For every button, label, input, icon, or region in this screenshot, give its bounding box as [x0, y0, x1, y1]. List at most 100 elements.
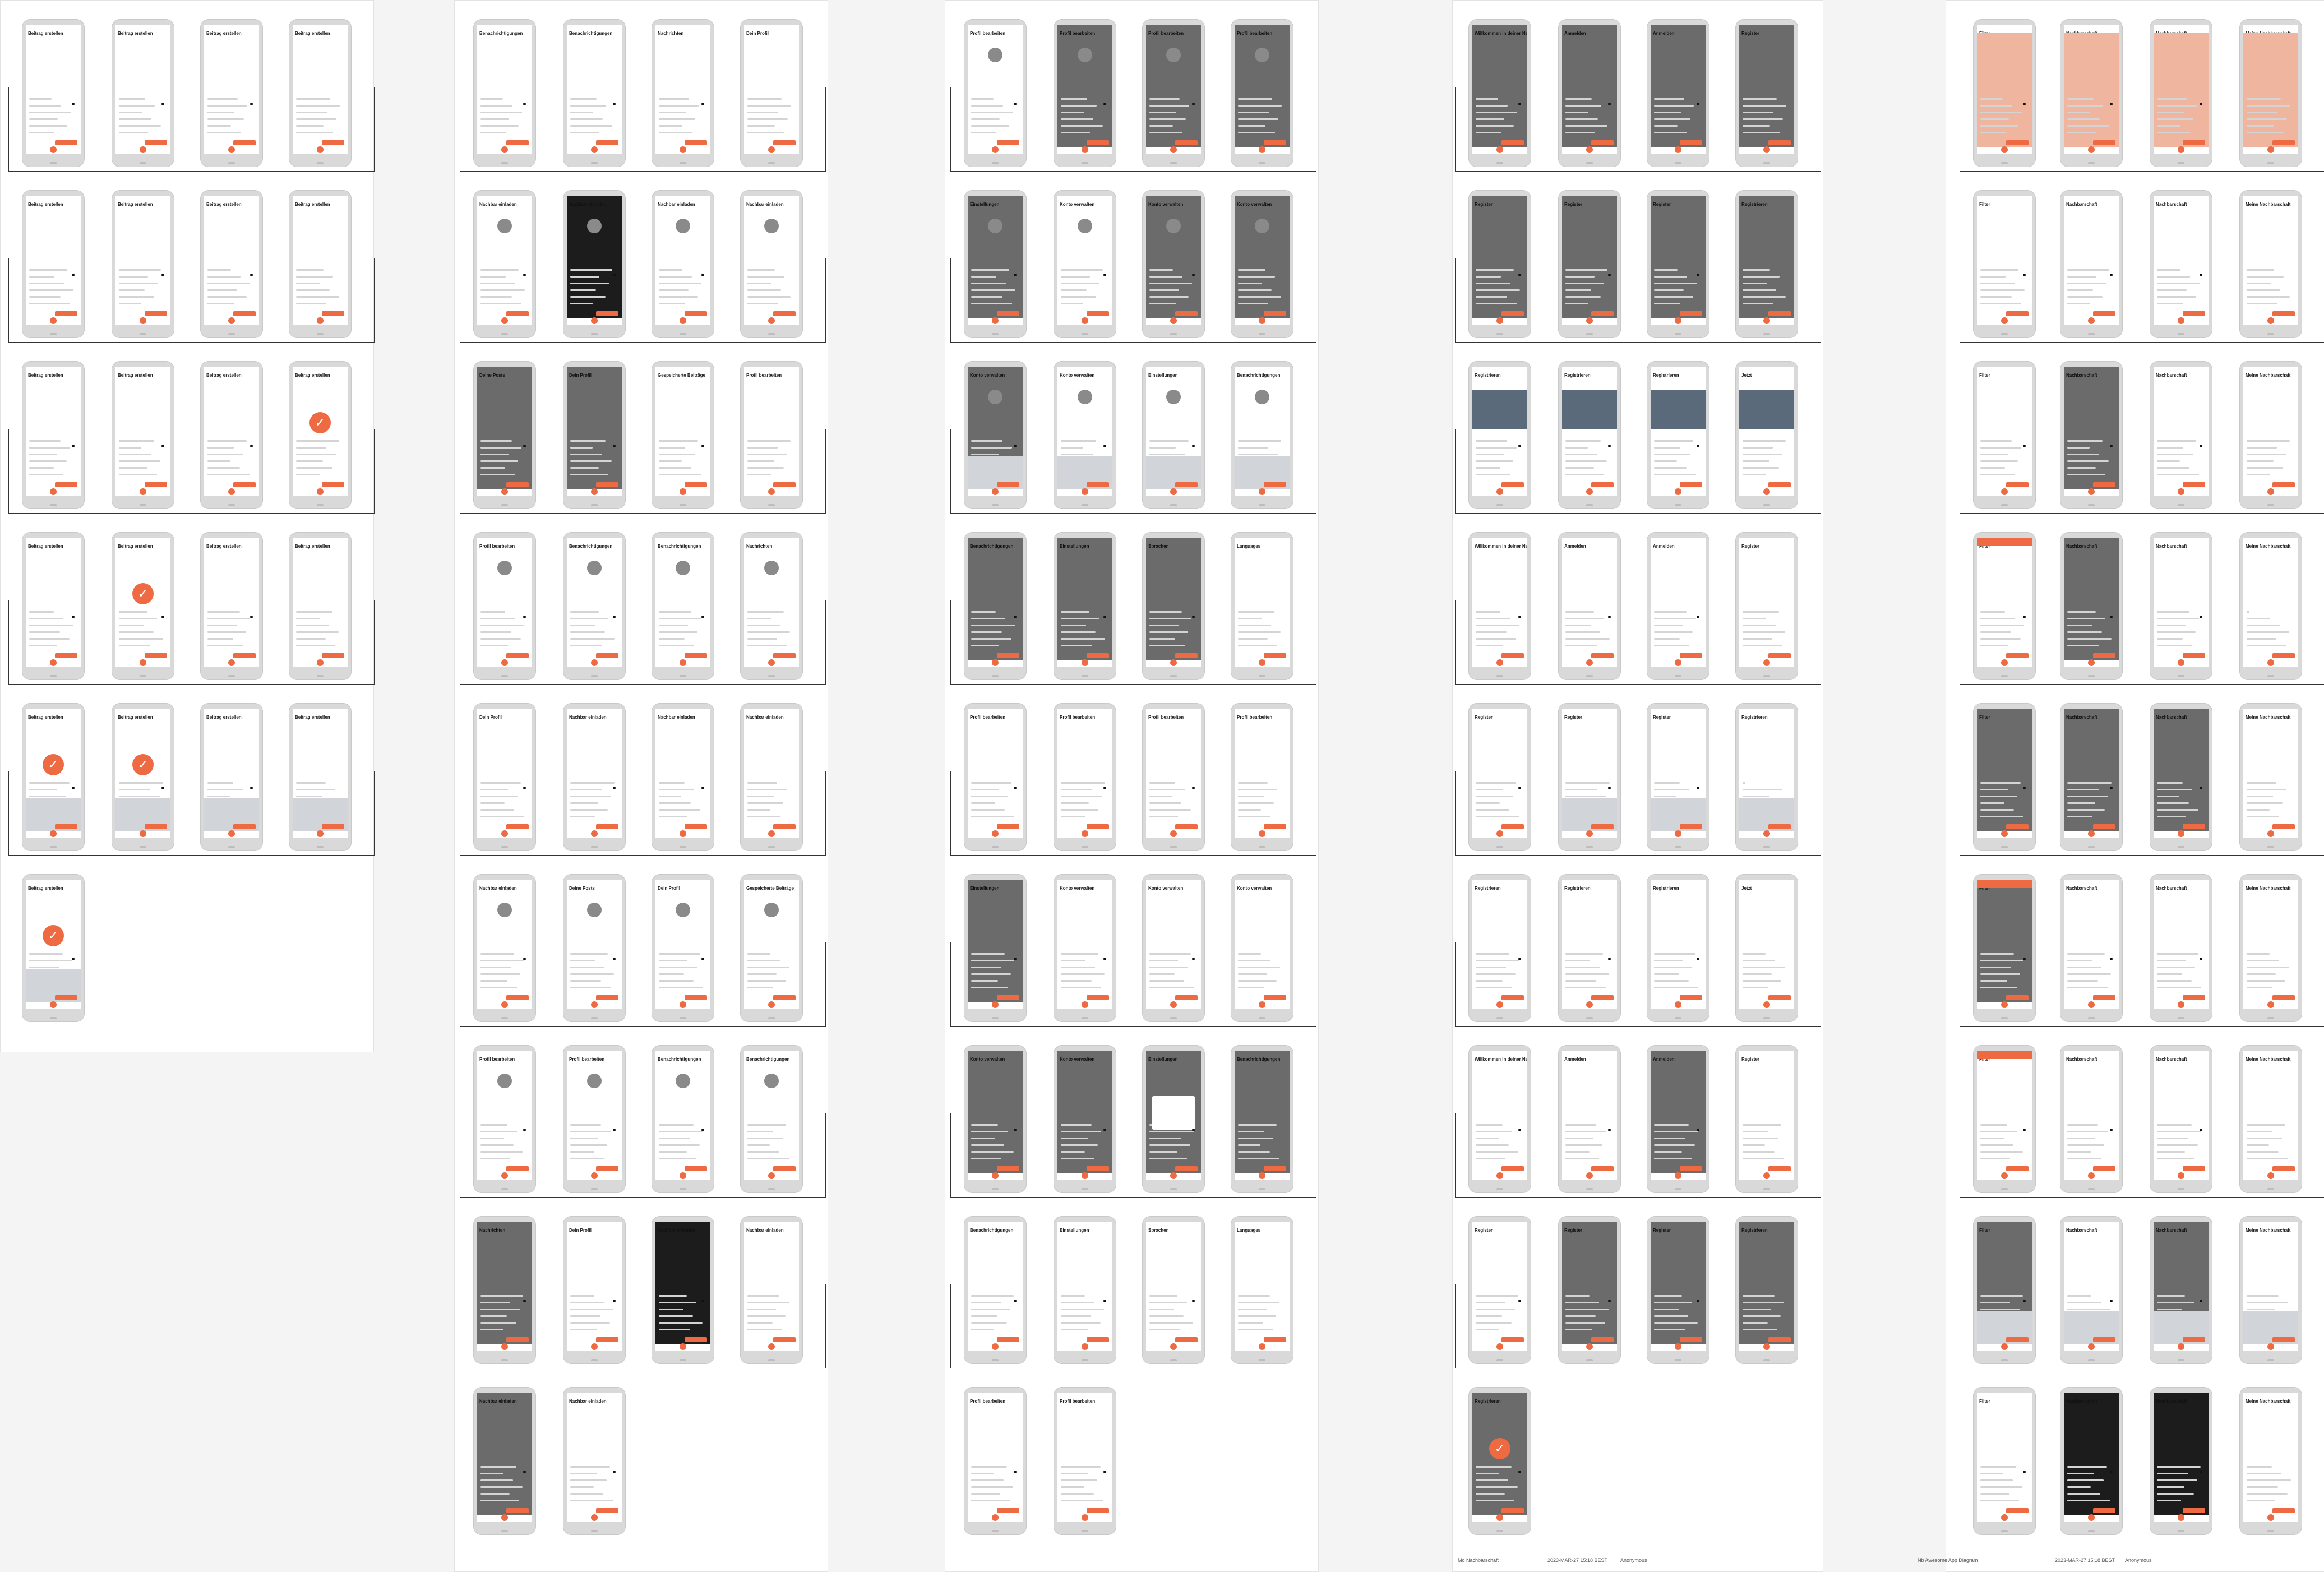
avatar[interactable] — [764, 219, 779, 233]
primary-button[interactable] — [506, 1508, 529, 1513]
success-check-icon: ✓ — [43, 925, 64, 946]
add-post-button[interactable] — [50, 1001, 57, 1008]
screen-title: Registrieren — [1741, 1228, 1768, 1233]
screen-title: Konto verwalten — [1148, 886, 1184, 891]
text-line — [1476, 1486, 1518, 1488]
text-line — [570, 1473, 597, 1474]
screen-title: Beitrag erstellen — [206, 202, 242, 207]
screen-title: Beitrag erstellen — [28, 202, 63, 207]
primary-button[interactable] — [1501, 1508, 1524, 1513]
avatar[interactable] — [988, 219, 1002, 233]
screen-title: Dein Profil — [569, 373, 592, 378]
screen-title: Anmelden — [1653, 31, 1675, 36]
home-indicator — [50, 1017, 57, 1019]
flow-connector — [1960, 429, 2324, 514]
bottom-navigation[interactable] — [477, 1514, 532, 1522]
bottom-navigation[interactable] — [1057, 1514, 1112, 1522]
screen-title: Profil bearbeiten — [1060, 31, 1096, 36]
avatar[interactable] — [497, 1074, 512, 1088]
screen-title: Profil bearbeiten — [970, 31, 1006, 36]
add-post-button[interactable] — [591, 1514, 598, 1521]
avatar[interactable] — [587, 903, 602, 917]
flow-hotspot — [1518, 1471, 1521, 1473]
text-line — [1061, 1473, 1088, 1474]
add-post-button[interactable] — [1082, 1514, 1088, 1521]
primary-button[interactable] — [1087, 1508, 1109, 1513]
screen-title: Languages — [1237, 1228, 1261, 1233]
flow-connector — [1455, 771, 1821, 856]
screen-title: Dein Profil — [479, 715, 502, 720]
avatar[interactable] — [1078, 219, 1092, 233]
bottom-navigation[interactable] — [26, 1001, 81, 1009]
flow-connector — [1455, 1113, 1821, 1198]
screen-title: Meine Nachbarschaft — [2246, 373, 2291, 378]
avatar[interactable] — [587, 561, 602, 575]
bottom-navigation[interactable] — [968, 1514, 1023, 1522]
avatar[interactable] — [1078, 48, 1092, 62]
avatar[interactable] — [676, 903, 690, 917]
screen-title: Nachbarschaft — [2066, 715, 2097, 720]
avatar[interactable] — [497, 903, 512, 917]
bottom-navigation[interactable] — [567, 1514, 622, 1522]
screen-title: Meine Nachbarschaft — [2246, 544, 2291, 549]
avatar[interactable] — [1255, 390, 1269, 404]
screen-title: Beitrag erstellen — [28, 373, 63, 378]
screen-title: Registrieren — [1741, 202, 1768, 207]
screen-title: Einstellungen — [1148, 1057, 1178, 1062]
flow-connector — [8, 429, 375, 514]
text-line — [971, 1479, 1004, 1481]
screen-title: Nachbarschaft — [2156, 1057, 2187, 1062]
screen-title: Nachrichten — [658, 31, 684, 36]
avatar[interactable] — [587, 1074, 602, 1088]
bottom-navigation[interactable] — [1472, 1514, 1527, 1522]
screen-title: Deine Posts — [479, 373, 505, 378]
primary-button[interactable] — [596, 1508, 618, 1513]
avatar[interactable] — [587, 219, 602, 233]
screen-title: Register — [1741, 1057, 1760, 1062]
avatar[interactable] — [764, 903, 779, 917]
screen-title: Konto verwalten — [970, 1057, 1005, 1062]
avatar[interactable] — [1078, 390, 1092, 404]
avatar[interactable] — [1255, 219, 1269, 233]
screen-title: Gespeicherte Beiträge — [658, 373, 705, 378]
flow-connector — [1455, 600, 1821, 685]
avatar[interactable] — [988, 48, 1002, 62]
add-post-button[interactable] — [1496, 1514, 1503, 1521]
avatar[interactable] — [676, 219, 690, 233]
flow-connector — [1455, 429, 1821, 514]
text-line — [570, 1486, 594, 1488]
footer-date-2: 2023-MAR-27 15:18 BEST — [2055, 1557, 2115, 1563]
screen-title: Profil bearbeiten — [569, 1057, 605, 1062]
add-post-button[interactable] — [501, 1514, 508, 1521]
home-indicator — [1496, 1530, 1503, 1532]
primary-button[interactable] — [997, 1508, 1019, 1513]
avatar[interactable] — [764, 561, 779, 575]
avatar[interactable] — [988, 390, 1002, 404]
screen-title: Dein Profil — [746, 31, 769, 36]
primary-button[interactable] — [55, 995, 77, 1000]
avatar[interactable] — [1166, 390, 1181, 404]
text-line — [1061, 1479, 1097, 1481]
home-indicator — [1082, 1530, 1088, 1532]
add-post-button[interactable] — [992, 1514, 999, 1521]
text-line — [1476, 1500, 1514, 1501]
avatar[interactable] — [1166, 48, 1181, 62]
avatar[interactable] — [764, 1074, 779, 1088]
phone-screen: Profil bearbeiten — [1057, 1393, 1112, 1522]
avatar[interactable] — [497, 561, 512, 575]
screen-title: Filter — [1979, 202, 1990, 207]
flow-connector — [1960, 87, 2324, 172]
screen-title: Gespeicherte Beiträge — [746, 886, 794, 891]
screen-title: Beitrag erstellen — [295, 202, 330, 207]
text-line — [1061, 1500, 1103, 1501]
avatar[interactable] — [1166, 219, 1181, 233]
screen-title: Register — [1653, 715, 1671, 720]
avatar[interactable] — [1255, 48, 1269, 62]
avatar[interactable] — [676, 1074, 690, 1088]
avatar[interactable] — [497, 219, 512, 233]
avatar[interactable] — [676, 561, 690, 575]
screen-title: Beitrag erstellen — [206, 544, 242, 549]
text-line — [971, 1500, 1010, 1501]
screen-title: Filter — [1979, 1228, 1990, 1233]
screen-title: Registrieren — [1564, 886, 1591, 891]
